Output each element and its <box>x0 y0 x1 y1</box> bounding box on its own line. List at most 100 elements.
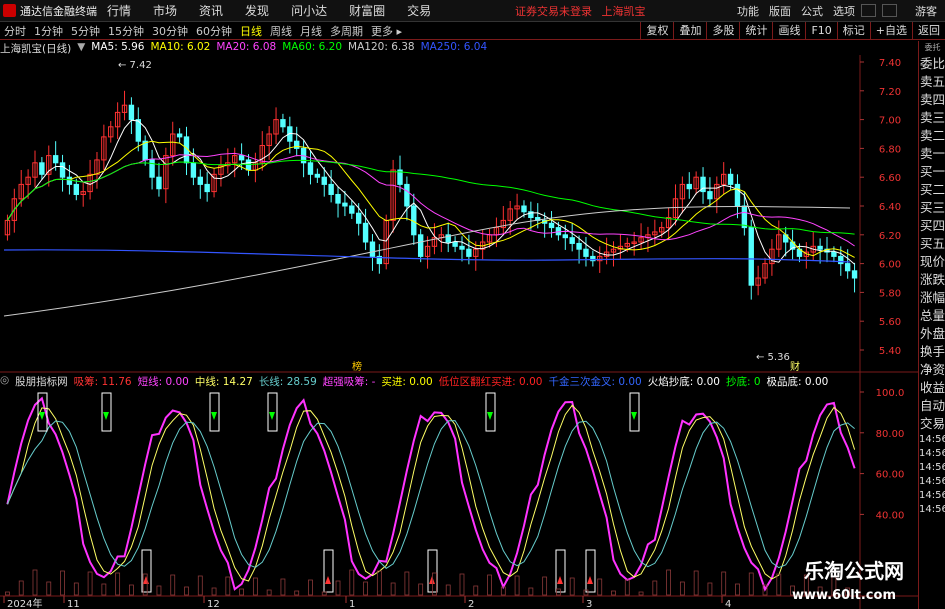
period-5min[interactable]: 5分钟 <box>71 23 100 39</box>
menu-item-wealth[interactable]: 财富圈 <box>349 2 385 19</box>
absorb-bar <box>335 580 341 596</box>
user-guest[interactable]: 游客 <box>915 3 937 19</box>
menu-bar: 通达信金融终端 行情 市场 资讯 发现 问小达 财富圈 交易 证券交易未登录 上… <box>0 0 945 22</box>
price-tick-label: 7.40 <box>879 58 901 69</box>
quote-panel-item[interactable]: 自动 <box>919 397 945 415</box>
tool-f10[interactable]: F10 <box>805 22 836 39</box>
minimize-icon[interactable] <box>861 4 876 17</box>
quote-panel-item[interactable]: 买四 <box>919 217 945 235</box>
quote-panel-item[interactable]: 买二 <box>919 181 945 199</box>
period-timeshare[interactable]: 分时 <box>4 23 26 39</box>
menu-item-quotes[interactable]: 行情 <box>107 2 131 19</box>
quote-panel-item[interactable]: 收益 <box>919 379 945 397</box>
quote-panel-item[interactable]: 卖二 <box>919 127 945 145</box>
menu-layout[interactable]: 版面 <box>769 3 791 19</box>
tool-multi-stock[interactable]: 多股 <box>706 22 739 39</box>
candle-body <box>466 248 472 257</box>
candle-body <box>817 245 823 250</box>
indicator-field: 买进: 0.00 <box>381 376 433 388</box>
indicator-tick-label: 60.00 <box>876 470 905 481</box>
menu-item-market[interactable]: 市场 <box>153 2 177 19</box>
quote-panel-item[interactable]: 卖三 <box>919 109 945 127</box>
tool-draw-line[interactable]: 画线 <box>772 22 805 39</box>
candle-body <box>128 104 135 121</box>
quote-panel-item[interactable]: 外盘 <box>919 325 945 343</box>
quote-panel-item[interactable]: 买一 <box>919 163 945 181</box>
ma-line <box>6 152 855 247</box>
menu-item-news[interactable]: 资讯 <box>199 2 223 19</box>
period-daily[interactable]: 日线 <box>240 23 262 39</box>
maximize-icon[interactable] <box>882 4 897 17</box>
quote-panel-item[interactable]: 14:56 <box>919 489 945 503</box>
absorb-bar <box>514 575 520 596</box>
tool-restore-rights[interactable]: 复权 <box>640 22 673 39</box>
candle-body <box>838 255 844 265</box>
quote-panel-item[interactable]: 买五 <box>919 235 945 253</box>
menu-formula[interactable]: 公式 <box>801 3 823 19</box>
tool-overlay[interactable]: 叠加 <box>673 22 706 39</box>
stock-title[interactable]: 上海凯宝(日线) <box>0 41 71 55</box>
quote-panel-item[interactable]: 涨跌 <box>919 271 945 289</box>
candle-body <box>748 227 754 286</box>
quote-panel-item[interactable]: 委比 <box>919 55 945 73</box>
right-menu: 功能 版面 公式 选项 游客 <box>727 0 945 21</box>
menu-item-ask[interactable]: 问小达 <box>291 2 327 19</box>
quote-panel-item[interactable]: 卖一 <box>919 145 945 163</box>
buy-arrow-icon <box>487 412 493 420</box>
period-1min[interactable]: 1分钟 <box>34 23 63 39</box>
price-tick-label: 7.20 <box>879 87 901 98</box>
quote-panel-item[interactable]: 净资 <box>919 361 945 379</box>
period-monthly[interactable]: 月线 <box>300 23 322 39</box>
quote-panel-item[interactable]: 涨幅 <box>919 289 945 307</box>
period-30min[interactable]: 30分钟 <box>152 23 188 39</box>
candle-body <box>686 183 692 190</box>
menu-item-discover[interactable]: 发现 <box>245 2 269 19</box>
quote-panel-item[interactable]: 14:56 <box>919 433 945 447</box>
indicator-field: 低位区翻红买进: 0.00 <box>438 376 543 388</box>
candle-body <box>369 241 376 257</box>
bottom-signal-box <box>555 549 566 593</box>
tool-back[interactable]: 返回 <box>912 22 945 39</box>
quote-panel-item[interactable]: 14:56 <box>919 503 945 517</box>
candle-body <box>562 234 568 239</box>
price-tick-label: 6.40 <box>879 202 901 213</box>
quote-panel-item[interactable]: 卖五 <box>919 73 945 91</box>
absorb-bar <box>390 582 396 596</box>
tool-mark[interactable]: 标记 <box>836 22 870 39</box>
indicator-name[interactable]: 股朋指标网 <box>15 374 68 388</box>
quote-panel-item[interactable]: 现价 <box>919 253 945 271</box>
ma-legend-item: MA20: 6.08 <box>216 41 277 53</box>
high-price-label: ← 7.42 <box>118 60 152 71</box>
date-label: 3 <box>586 599 592 609</box>
period-weekly[interactable]: 周线 <box>270 23 292 39</box>
period-more[interactable]: 更多 ▸ <box>371 23 402 39</box>
quote-panel-item[interactable]: 买三 <box>919 199 945 217</box>
candle-body <box>349 205 355 214</box>
tool-statistics[interactable]: 统计 <box>739 22 772 39</box>
quote-panel-item[interactable]: 14:56 <box>919 475 945 489</box>
menu-item-trade[interactable]: 交易 <box>407 2 431 19</box>
absorb-bar <box>101 583 107 596</box>
quote-panel-item[interactable]: 14:56 <box>919 461 945 475</box>
ma-toggle-icon[interactable]: ▼ <box>77 41 85 55</box>
absorb-bar <box>679 581 685 596</box>
absorb-bar <box>445 584 451 596</box>
period-15min[interactable]: 15分钟 <box>108 23 144 39</box>
kline-chart[interactable]: 7.40 7.20 7.00 6.80 6.60 6.40 6.20 6.00 5.80 5.60… <box>0 41 918 609</box>
menu-function[interactable]: 功能 <box>737 3 759 19</box>
quote-panel-item[interactable]: 总量 <box>919 307 945 325</box>
period-multi[interactable]: 多周期 <box>330 23 363 39</box>
quote-panel-item[interactable]: 14:56 <box>919 447 945 461</box>
quote-panel-item[interactable]: 交易 <box>919 415 945 433</box>
period-60min[interactable]: 60分钟 <box>196 23 232 39</box>
menu-options[interactable]: 选项 <box>833 3 855 19</box>
absorb-bar <box>349 569 355 596</box>
ma120-line <box>3 206 851 317</box>
tool-add-watchlist[interactable]: +自选 <box>869 22 912 39</box>
quote-panel-item[interactable]: 换手 <box>919 343 945 361</box>
quote-panel-item[interactable]: 卖四 <box>919 91 945 109</box>
indicator-legend: ◎ 股朋指标网 吸筹: 11.76 短线: 0.00 中线: 14.27 长线: 28… <box>0 374 828 388</box>
absorb-bar <box>32 569 38 596</box>
indicator-toggle-icon[interactable]: ◎ <box>0 374 9 388</box>
login-notice[interactable]: 证券交易未登录 上海凯宝 <box>515 3 646 19</box>
